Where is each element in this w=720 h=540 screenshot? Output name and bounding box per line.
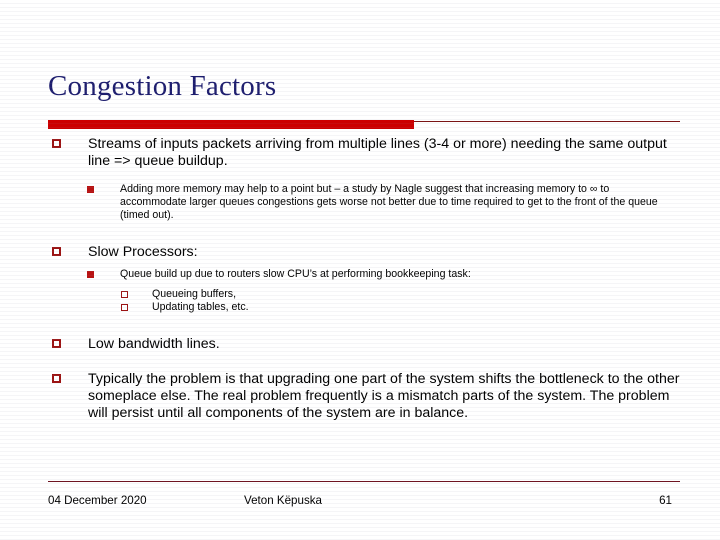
bullet-item: Updating tables, etc. xyxy=(0,301,720,315)
hollow-square-bullet-icon xyxy=(52,373,61,383)
bullet-item: Typically the problem is that upgrading … xyxy=(0,371,720,422)
hollow-square-bullet-icon xyxy=(52,246,61,256)
bullet-text: Queue build up due to routers slow CPU’s… xyxy=(120,267,471,280)
bullet-item: Queue build up due to routers slow CPU’s… xyxy=(0,268,720,281)
page-title: Congestion Factors xyxy=(48,70,277,102)
title-accent-bar xyxy=(48,120,414,129)
bullet-text: Streams of inputs packets arriving from … xyxy=(88,136,667,169)
hollow-square-bullet-icon xyxy=(52,338,61,348)
bullet-text: Updating tables, etc. xyxy=(152,301,249,314)
bullet-text: Adding more memory may help to a point b… xyxy=(120,183,658,222)
filled-square-bullet-icon xyxy=(87,186,94,193)
hollow-square-bullet-icon xyxy=(121,304,128,312)
slide-body: Streams of inputs packets arriving from … xyxy=(0,136,720,422)
bullet-item: Slow Processors: xyxy=(0,244,720,261)
bullet-item: Streams of inputs packets arriving from … xyxy=(0,136,720,170)
hollow-square-bullet-icon xyxy=(52,139,61,148)
slide-canvas: Congestion Factors Streams of inputs pac… xyxy=(0,0,720,540)
filled-square-bullet-icon xyxy=(87,270,94,278)
bullet-text: Low bandwidth lines. xyxy=(88,335,220,352)
hollow-square-bullet-icon xyxy=(121,290,128,298)
bullet-text: Queueing buffers, xyxy=(152,287,237,300)
bullet-text: Slow Processors: xyxy=(88,243,198,260)
bullet-text: Typically the problem is that upgrading … xyxy=(88,370,680,421)
bullet-item: Queueing buffers, xyxy=(0,288,720,302)
footer-page-number: 61 xyxy=(659,494,672,507)
slide-footer: 04 December 2020 Veton Këpuska 61 xyxy=(0,494,720,512)
bullet-item: Adding more memory may help to a point b… xyxy=(0,183,720,223)
bullet-item: Low bandwidth lines. xyxy=(0,336,720,353)
footer-divider xyxy=(48,481,680,482)
